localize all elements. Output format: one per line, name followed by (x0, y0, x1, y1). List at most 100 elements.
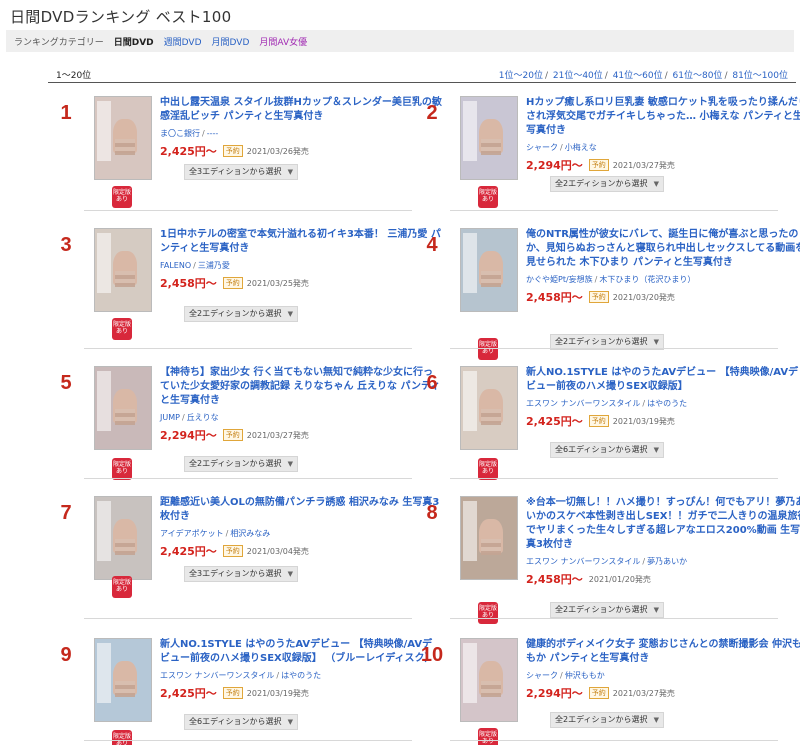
cover-mosaic (115, 681, 135, 697)
edition-select[interactable]: 全2エディションから選択 ▼ (550, 602, 664, 618)
rank-number: 5 (60, 372, 72, 394)
actress-link[interactable]: 小梅えな (565, 143, 597, 152)
page-link-61-80[interactable]: 61位〜80位 (673, 71, 723, 81)
release-date: 2021/03/20発売 (612, 292, 675, 302)
product-thumbnail[interactable] (94, 638, 152, 722)
product-thumbnail[interactable] (94, 366, 152, 450)
maker-link[interactable]: エスワン ナンバーワンスタイル (526, 399, 640, 408)
item-info: ※台本一切無し！！ハメ撮り！すっぴん！何でもアリ！夢乃あいかのスケベ本性剥き出し… (526, 496, 800, 587)
actress-link[interactable]: 木下ひまり（花沢ひまり） (599, 275, 695, 284)
edition-select-label: 全2エディションから選択 (555, 179, 648, 188)
maker-line: エスワン ナンバーワンスタイル / 夢乃あいか (526, 557, 688, 566)
product-thumbnail[interactable] (460, 366, 518, 450)
product-thumbnail[interactable] (460, 228, 518, 312)
product-title-link[interactable]: 新人NO.1STYLE はやのうたAVデビュー 【特典映像/AVデビュー前夜のハ… (526, 366, 800, 394)
product-thumbnail[interactable] (94, 96, 152, 180)
page-link-21-40[interactable]: 21位〜40位 (553, 71, 603, 81)
maker-link[interactable]: シャーク (526, 143, 558, 152)
rank-number: 9 (60, 644, 72, 666)
price-line: 2,294円〜 予約 2021/03/27発売 (160, 427, 442, 443)
maker-line: エスワン ナンバーワンスタイル / はやのうた (160, 671, 322, 680)
maker-link[interactable]: エスワン ナンバーワンスタイル (526, 557, 640, 566)
actress-link[interactable]: ---- (207, 129, 219, 138)
product-title-link[interactable]: 新人NO.1STYLE はやのうたAVデビュー 【特典映像/AVデビュー前夜のハ… (160, 638, 442, 666)
product-thumbnail[interactable] (94, 496, 152, 580)
actress-link[interactable]: はやのうた (281, 671, 321, 680)
maker-line: エスワン ナンバーワンスタイル / はやのうた (526, 399, 688, 408)
row-divider (450, 478, 778, 479)
product-thumbnail[interactable] (460, 638, 518, 722)
dropdown-arrow-icon: ▼ (287, 718, 293, 726)
actress-link[interactable]: 三浦乃愛 (198, 261, 230, 270)
ranking-header: 1〜20位 1位〜20位/ 21位〜40位/ 41位〜60位/ 61位〜80位 /… (48, 68, 796, 82)
actress-link[interactable]: 仲沢ももか (565, 671, 605, 680)
actress-link[interactable]: 夢乃あいか (647, 557, 687, 566)
cover-title-strip (463, 371, 477, 431)
release-date: 2021/03/25発売 (246, 278, 309, 288)
product-thumbnail[interactable] (94, 228, 152, 312)
actress-link[interactable]: 相沢みなみ (230, 529, 270, 538)
product-thumbnail[interactable] (460, 96, 518, 180)
product-title-link[interactable]: 俺のNTR属性が彼女にバレて、誕生日に俺が喜ぶと思ったのか、見知らぬおっさんと寝… (526, 228, 800, 270)
cover-mosaic (115, 139, 135, 155)
edition-select[interactable]: 全2エディションから選択 ▼ (184, 456, 298, 472)
price: 2,294円〜 (526, 159, 583, 172)
dropdown-arrow-icon: ▼ (287, 570, 293, 578)
product-thumbnail[interactable] (460, 496, 518, 580)
category-monthly-actress[interactable]: 月間AV女優 (259, 35, 307, 48)
category-weekly-dvd[interactable]: 週間DVD (164, 35, 202, 48)
edition-select[interactable]: 全6エディションから選択 ▼ (184, 714, 298, 730)
maker-link[interactable]: シャーク (526, 671, 558, 680)
dropdown-arrow-icon: ▼ (653, 716, 659, 724)
release-date: 2021/03/27発売 (246, 430, 309, 440)
rank-number: 8 (426, 502, 438, 524)
rank-number: 3 (60, 234, 72, 256)
actress-link[interactable]: 丘えりな (187, 413, 219, 422)
edition-select[interactable]: 全2エディションから選択 ▼ (550, 712, 664, 728)
item-info: 新人NO.1STYLE はやのうたAVデビュー 【特典映像/AVデビュー前夜のハ… (526, 366, 800, 429)
dropdown-arrow-icon: ▼ (653, 446, 659, 454)
category-label: ランキングカテゴリー (14, 37, 104, 48)
cover-title-strip (97, 233, 111, 293)
product-title-link[interactable]: 中出し露天温泉 スタイル抜群Hカップ＆スレンダー美巨乳の敏感淫乱ビッチ パンティ… (160, 96, 442, 124)
maker-link[interactable]: アイデアポケット (160, 529, 224, 538)
price-line: 2,294円〜 予約 2021/03/27発売 (526, 685, 800, 701)
edition-select[interactable]: 全2エディションから選択 ▼ (550, 176, 664, 192)
limited-edition-badge: 限定版あり (478, 728, 498, 745)
page-link-81-100[interactable]: 81位〜100位 (732, 71, 788, 81)
maker-link[interactable]: エスワン ナンバーワンスタイル (160, 671, 274, 680)
edition-select[interactable]: 全3エディションから選択 ▼ (184, 566, 298, 582)
price: 2,294円〜 (160, 429, 217, 442)
row-divider (450, 740, 778, 741)
product-title-link[interactable]: 1日中ホテルの密室で本気汁溢れる初イキ3本番！ 三浦乃愛 パンティと生写真付き (160, 228, 442, 256)
actress-link[interactable]: はやのうた (647, 399, 687, 408)
edition-select[interactable]: 全3エディションから選択 ▼ (184, 164, 298, 180)
product-title-link[interactable]: 【神待ち】家出少女 行く当てもない無知で純粋な少女に行っていた少女愛好家の調教記… (160, 366, 442, 408)
edition-select-label: 全2エディションから選択 (189, 309, 282, 318)
price: 2,458円〜 (526, 291, 583, 304)
edition-select[interactable]: 全6エディションから選択 ▼ (550, 442, 664, 458)
edition-select-label: 全3エディションから選択 (189, 569, 282, 578)
cover-title-strip (97, 501, 111, 561)
cover-mosaic (481, 681, 501, 697)
edition-select-label: 全2エディションから選択 (555, 337, 648, 346)
category-monthly-dvd[interactable]: 月間DVD (212, 35, 250, 48)
maker-link[interactable]: FALENO (160, 261, 191, 270)
header-divider (48, 82, 796, 83)
release-date: 2021/03/04発売 (246, 546, 309, 556)
item-info: 1日中ホテルの密室で本気汁溢れる初イキ3本番！ 三浦乃愛 パンティと生写真付き … (160, 228, 442, 291)
release-date: 2021/03/27発売 (612, 160, 675, 170)
page-link-1-20[interactable]: 1位〜20位 (499, 71, 543, 81)
product-title-link[interactable]: 距離感近い美人OLの無防備パンチラ誘惑 相沢みなみ 生写真3枚付き (160, 496, 442, 524)
product-title-link[interactable]: 健康的ボディメイク女子 変態おじさんとの禁断撮影会 仲沢ももか パンティと生写真… (526, 638, 800, 666)
product-title-link[interactable]: Hカップ癒し系ロリ巨乳妻 敏感ロケット乳を吸ったり揉んだりされ浮気交尾でガチイキ… (526, 96, 800, 138)
maker-link[interactable]: かぐや姫Pt/妄想族 (526, 275, 593, 284)
release-date: 2021/01/20発売 (588, 574, 651, 584)
ranking-item: 6 限定版あり 新人NO.1STYLE はやのうたAVデビュー 【特典映像/AV… (414, 366, 798, 484)
maker-link[interactable]: ま〇こ銀行 (160, 129, 200, 138)
maker-link[interactable]: JUMP (160, 413, 180, 422)
page-link-41-60[interactable]: 41位〜60位 (613, 71, 663, 81)
product-title-link[interactable]: ※台本一切無し！！ハメ撮り！すっぴん！何でもアリ！夢乃あいかのスケベ本性剥き出し… (526, 496, 800, 552)
page-title: 日間DVDランキング ベスト100 (10, 8, 232, 26)
edition-select[interactable]: 全2エディションから選択 ▼ (184, 306, 298, 322)
